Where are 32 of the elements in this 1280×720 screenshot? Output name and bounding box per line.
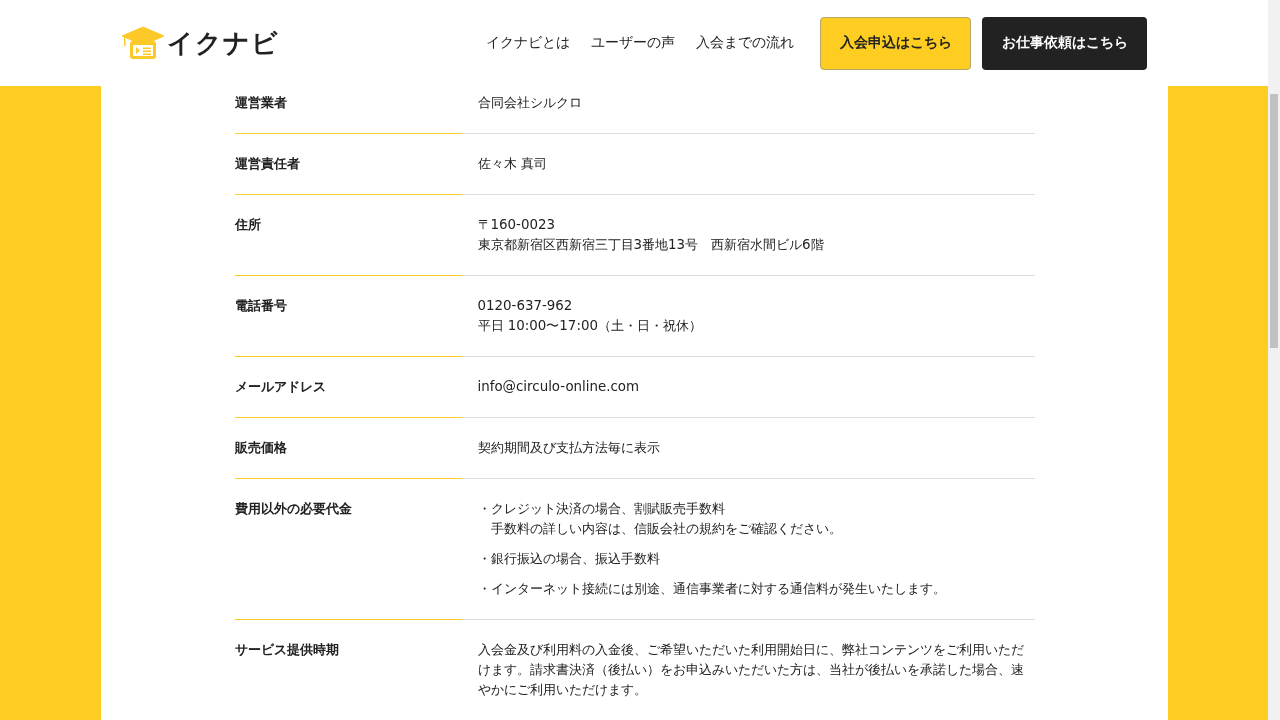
bullet-mark: ・	[477, 500, 491, 518]
bullet-mark: ・	[477, 550, 491, 568]
list-item-text: 手数料の詳しい内容は、信販会社の規約をご確認ください。	[490, 520, 842, 538]
row-label: 販売価格	[234, 440, 287, 455]
row-label: 住所	[234, 217, 261, 232]
row-label: サービス提供時期	[234, 642, 339, 657]
row-label: 費用以外の必要代金	[234, 501, 352, 516]
row-value: 東京都新宿区西新宿三丁目3番地13号 西新宿水間ビル6階	[477, 236, 825, 254]
row-value: info@circulo-online.com	[477, 378, 641, 396]
site-logo[interactable]: イクナビ	[167, 25, 279, 61]
row-value: 入会金及び利用料の入金後、ご希望いただいた利用開始日に、弊社コンテンツをご利用いただけます。請求書決済（後払い）をお申込みいただいた方は、当社が後払いを承諾した場合、速やかにご利用いただけます。	[477, 641, 1025, 699]
row-value: 佐々木 真司	[477, 155, 548, 173]
nav-link[interactable]: 入会までの流れ	[696, 34, 794, 52]
row-value: 平日 10:00〜17:00（土・日・祝休）	[477, 317, 703, 335]
request-button[interactable]: お仕事依頼はこちら	[982, 16, 1147, 70]
row-label: メールアドレス	[234, 379, 326, 394]
nav-link[interactable]: イクナビとは	[486, 34, 570, 52]
list-item-text: 銀行振込の場合、振込手数料	[490, 550, 660, 568]
row-value: 契約期間及び支払方法毎に表示	[477, 439, 661, 457]
graduation-cap-icon	[121, 26, 165, 60]
row-value: 〒160-0023	[477, 216, 556, 234]
row-label: 運営責任者	[234, 156, 300, 171]
bullet-mark: ・	[477, 580, 491, 598]
list-item-text: インターネット接続には別途、通信事業者に対する通信料が発生いたします。	[490, 580, 946, 598]
row-value: 合同会社シルクロ	[477, 94, 583, 112]
list-item-text: クレジット決済の場合、割賦販売手数料	[490, 500, 726, 518]
apply-button[interactable]: 入会申込はこちら	[820, 16, 971, 70]
row-label: 電話番号	[234, 298, 287, 313]
nav-link[interactable]: ユーザーの声	[591, 34, 675, 52]
row-label: 運営業者	[234, 95, 287, 110]
row-value: 0120-637-962	[477, 297, 574, 315]
scrollbar[interactable]	[1268, 0, 1280, 720]
